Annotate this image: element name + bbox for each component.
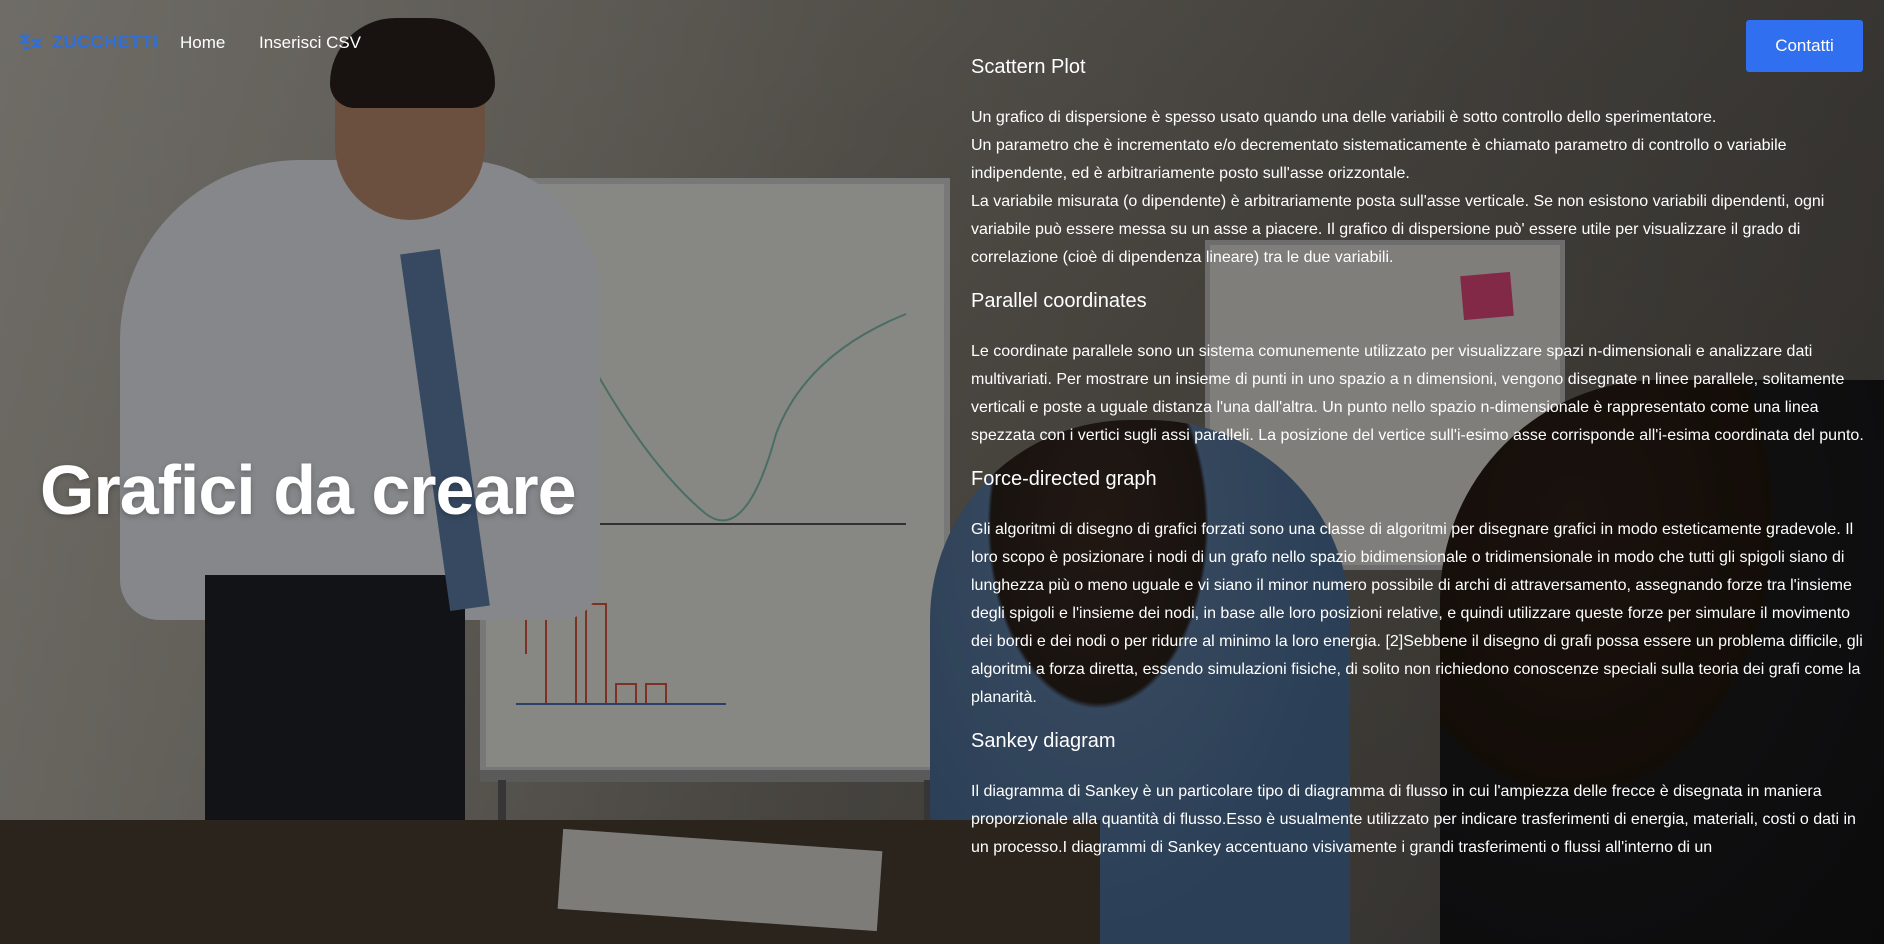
section-sankey-diagram: Sankey diagram Il diagramma di Sankey è … (971, 726, 1864, 862)
section-force-directed-graph: Force-directed graph Gli algoritmi di di… (971, 464, 1864, 712)
section-text: Le coordinate parallele sono un sistema … (971, 343, 1864, 444)
brand-logo[interactable]: ZUCCHETTI (18, 30, 159, 54)
section-text: Un grafico di dispersione è spesso usato… (971, 109, 1825, 266)
section-text: Il diagramma di Sankey è un particolare … (971, 783, 1856, 856)
hero-title: Grafici da creare (40, 451, 577, 529)
section-title: Scattern Plot (971, 56, 1086, 78)
section-title: Force-directed graph (971, 468, 1157, 490)
section-title: Sankey diagram (971, 730, 1116, 752)
section-parallel-coordinates: Parallel coordinates Le coordinate paral… (971, 286, 1864, 450)
section-title: Parallel coordinates (971, 290, 1147, 312)
nav-link-home[interactable]: Home (180, 33, 225, 53)
chart-descriptions: Scattern Plot Un grafico di dispersione … (971, 52, 1864, 876)
section-text: Gli algoritmi di disegno di grafici forz… (971, 521, 1863, 706)
logo-text: ZUCCHETTI (52, 31, 159, 52)
zucchetti-logo-icon (18, 34, 44, 50)
section-scatter-plot: Scattern Plot Un grafico di dispersione … (971, 52, 1864, 272)
page: ZUCCHETTI Home Inserisci CSV Contatti Gr… (0, 0, 1884, 944)
nav-link-inserisci-csv[interactable]: Inserisci CSV (259, 33, 361, 53)
